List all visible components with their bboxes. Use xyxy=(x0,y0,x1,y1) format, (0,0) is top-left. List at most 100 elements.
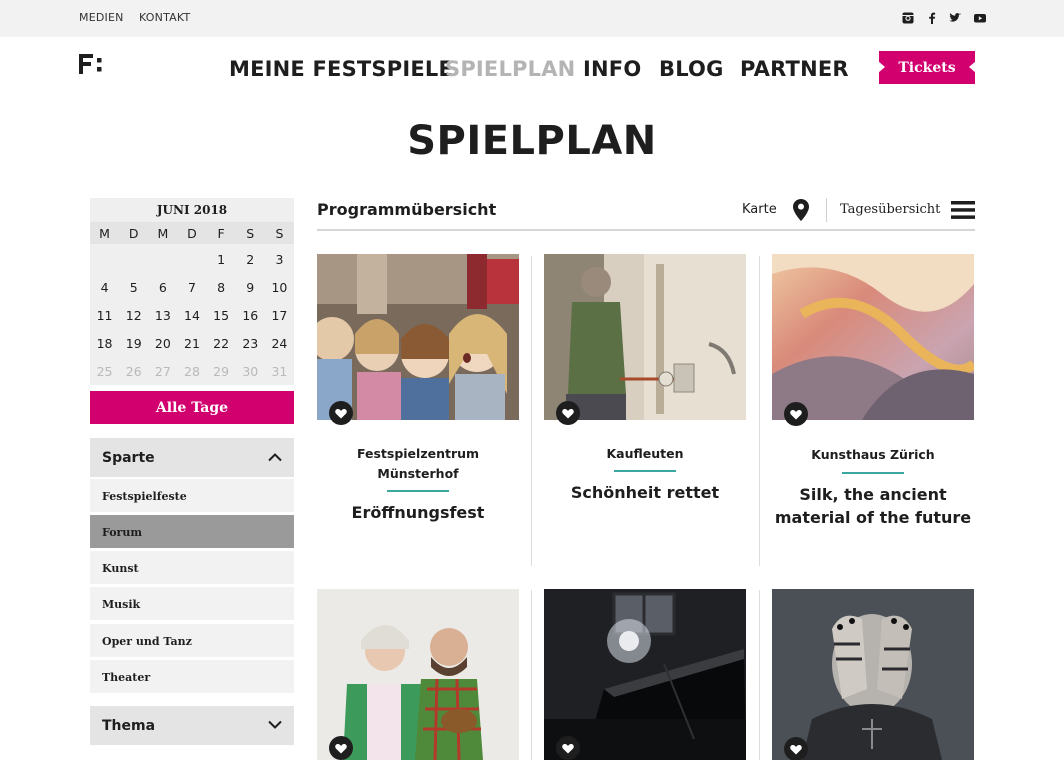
favorite-heart-icon[interactable] xyxy=(556,736,580,760)
nav-meine-festspiele[interactable]: MEINE FESTSPIELE xyxy=(229,57,453,81)
calendar-day[interactable]: 9 xyxy=(236,273,265,301)
weekday-label: S xyxy=(275,225,284,241)
all-days-label: Alle Tage xyxy=(155,399,229,416)
favorite-heart-icon[interactable] xyxy=(784,402,808,426)
festival-logo[interactable] xyxy=(79,52,105,76)
twitter-icon[interactable] xyxy=(949,12,961,24)
calendar-day[interactable]: 11 xyxy=(90,301,119,329)
event-title-link[interactable]: Silk, the ancient material of the future xyxy=(772,483,974,529)
calendar-day[interactable]: 24 xyxy=(265,329,294,357)
calendar-day[interactable]: 10 xyxy=(265,273,294,301)
all-days-button[interactable]: Alle Tage xyxy=(90,391,294,424)
filter-item-forum[interactable]: Forum xyxy=(90,515,294,548)
media-link[interactable]: MEDIEN xyxy=(79,11,124,24)
calendar-day[interactable]: 14 xyxy=(177,301,206,329)
weekday-label: D xyxy=(187,225,197,241)
calendar-day[interactable]: 20 xyxy=(148,329,177,357)
calendar-day[interactable]: 12 xyxy=(119,301,148,329)
filter-item-theater[interactable]: Theater xyxy=(90,660,294,693)
calendar-day[interactable]: 31 xyxy=(265,357,294,385)
calendar: JUNI 2018 M D M D F S S 1 2 3 4 5 6 7 8 9 10 11 12 1… xyxy=(90,198,294,385)
calendar-day[interactable]: 22 xyxy=(207,329,236,357)
calendar-days: 1 2 3 4 5 6 7 8 9 10 11 12 13 14 15 16 17 18 19 20 21 22 23 24 2… xyxy=(90,244,294,385)
calendar-day[interactable]: 23 xyxy=(236,329,265,357)
calendar-day[interactable]: 5 xyxy=(119,273,148,301)
calendar-day[interactable]: 25 xyxy=(90,357,119,385)
calendar-day[interactable]: 18 xyxy=(90,329,119,357)
event-image-couple-portrait[interactable] xyxy=(317,589,519,760)
calendar-empty-cell xyxy=(90,245,119,273)
filter-sparte-label: Sparte xyxy=(102,450,155,466)
filter-item-musik[interactable]: Musik xyxy=(90,587,294,620)
event-image-pianist[interactable] xyxy=(544,589,746,760)
calendar-day[interactable]: 7 xyxy=(177,273,206,301)
event-image-silk-fabric[interactable] xyxy=(772,254,974,420)
calendar-day[interactable]: 13 xyxy=(148,301,177,329)
venue-divider xyxy=(387,490,449,492)
calendar-day[interactable]: 29 xyxy=(207,357,236,385)
program-overview-title: Programmübersicht xyxy=(317,200,497,219)
event-title-link[interactable]: Schönheit rettet xyxy=(544,481,746,504)
filter-thema-label: Thema xyxy=(102,718,156,734)
instagram-icon[interactable] xyxy=(902,12,914,24)
nav-spielplan[interactable]: SPIELPLAN xyxy=(445,57,575,81)
event-venue: Kunsthaus Zürich xyxy=(811,447,935,462)
nav-info[interactable]: INFO xyxy=(583,57,641,81)
filter-item-festspielfeste[interactable]: Festspielfeste xyxy=(90,479,294,512)
column-divider xyxy=(531,256,532,566)
youtube-icon[interactable] xyxy=(974,12,986,24)
calendar-day[interactable]: 6 xyxy=(148,273,177,301)
chevron-up-icon xyxy=(268,453,282,462)
filter-item-oper-und-tanz[interactable]: Oper und Tanz xyxy=(90,624,294,657)
calendar-day[interactable]: 26 xyxy=(119,357,148,385)
calendar-day[interactable]: 15 xyxy=(207,301,236,329)
chevron-down-icon xyxy=(268,720,282,729)
filter-item-kunst[interactable]: Kunst xyxy=(90,551,294,584)
calendar-empty-cell xyxy=(148,245,177,273)
tickets-button[interactable]: Tickets xyxy=(878,51,976,84)
weekday-label: M xyxy=(157,225,169,241)
event-title-link[interactable]: Eröffnungsfest xyxy=(317,501,519,524)
nav-blog[interactable]: BLOG xyxy=(659,57,724,81)
weekday-label: S xyxy=(246,225,255,241)
calendar-day[interactable]: 30 xyxy=(236,357,265,385)
calendar-day[interactable]: 1 xyxy=(207,245,236,273)
weekday-label: F xyxy=(217,225,225,241)
calendar-empty-cell xyxy=(119,245,148,273)
calendar-day[interactable]: 28 xyxy=(177,357,206,385)
calendar-day[interactable]: 2 xyxy=(236,245,265,273)
filter-sparte-header[interactable]: Sparte xyxy=(90,438,294,477)
nav-partner[interactable]: PARTNER xyxy=(740,57,849,81)
calendar-day[interactable]: 21 xyxy=(177,329,206,357)
calendar-day[interactable]: 4 xyxy=(90,273,119,301)
event-venue: Kaufleuten xyxy=(606,446,684,461)
favorite-heart-icon[interactable] xyxy=(329,736,353,760)
favorite-heart-icon[interactable] xyxy=(329,401,353,425)
calendar-day[interactable]: 3 xyxy=(265,245,294,273)
calendar-day[interactable]: 27 xyxy=(148,357,177,385)
event-image-woman-wall[interactable] xyxy=(544,254,746,420)
day-view-link[interactable]: Tagesübersicht xyxy=(840,202,940,217)
filter-thema-header[interactable]: Thema xyxy=(90,706,294,745)
column-divider xyxy=(531,590,532,760)
calendar-day[interactable]: 17 xyxy=(265,301,294,329)
map-view-link[interactable]: Karte xyxy=(742,202,777,217)
weekday-label: M xyxy=(99,225,110,241)
top-utility-bar: MEDIEN KONTAKT xyxy=(0,0,1064,37)
event-image-tattooed-hands[interactable] xyxy=(772,589,974,760)
map-pin-icon[interactable] xyxy=(793,199,809,221)
favorite-heart-icon[interactable] xyxy=(556,401,580,425)
venue-divider xyxy=(614,470,676,472)
contact-link[interactable]: KONTAKT xyxy=(139,11,190,24)
calendar-day[interactable]: 8 xyxy=(207,273,236,301)
calendar-day[interactable]: 19 xyxy=(119,329,148,357)
column-divider xyxy=(759,590,760,760)
calendar-day[interactable]: 16 xyxy=(236,301,265,329)
list-menu-icon[interactable] xyxy=(951,200,975,220)
calendar-weekdays: M D M D F S S xyxy=(90,222,294,244)
weekday-label: D xyxy=(128,225,139,241)
facebook-icon[interactable] xyxy=(926,12,938,24)
page-title: SPIELPLAN xyxy=(407,118,657,164)
favorite-heart-icon[interactable] xyxy=(784,737,808,760)
event-image-children-choir[interactable] xyxy=(317,254,519,420)
